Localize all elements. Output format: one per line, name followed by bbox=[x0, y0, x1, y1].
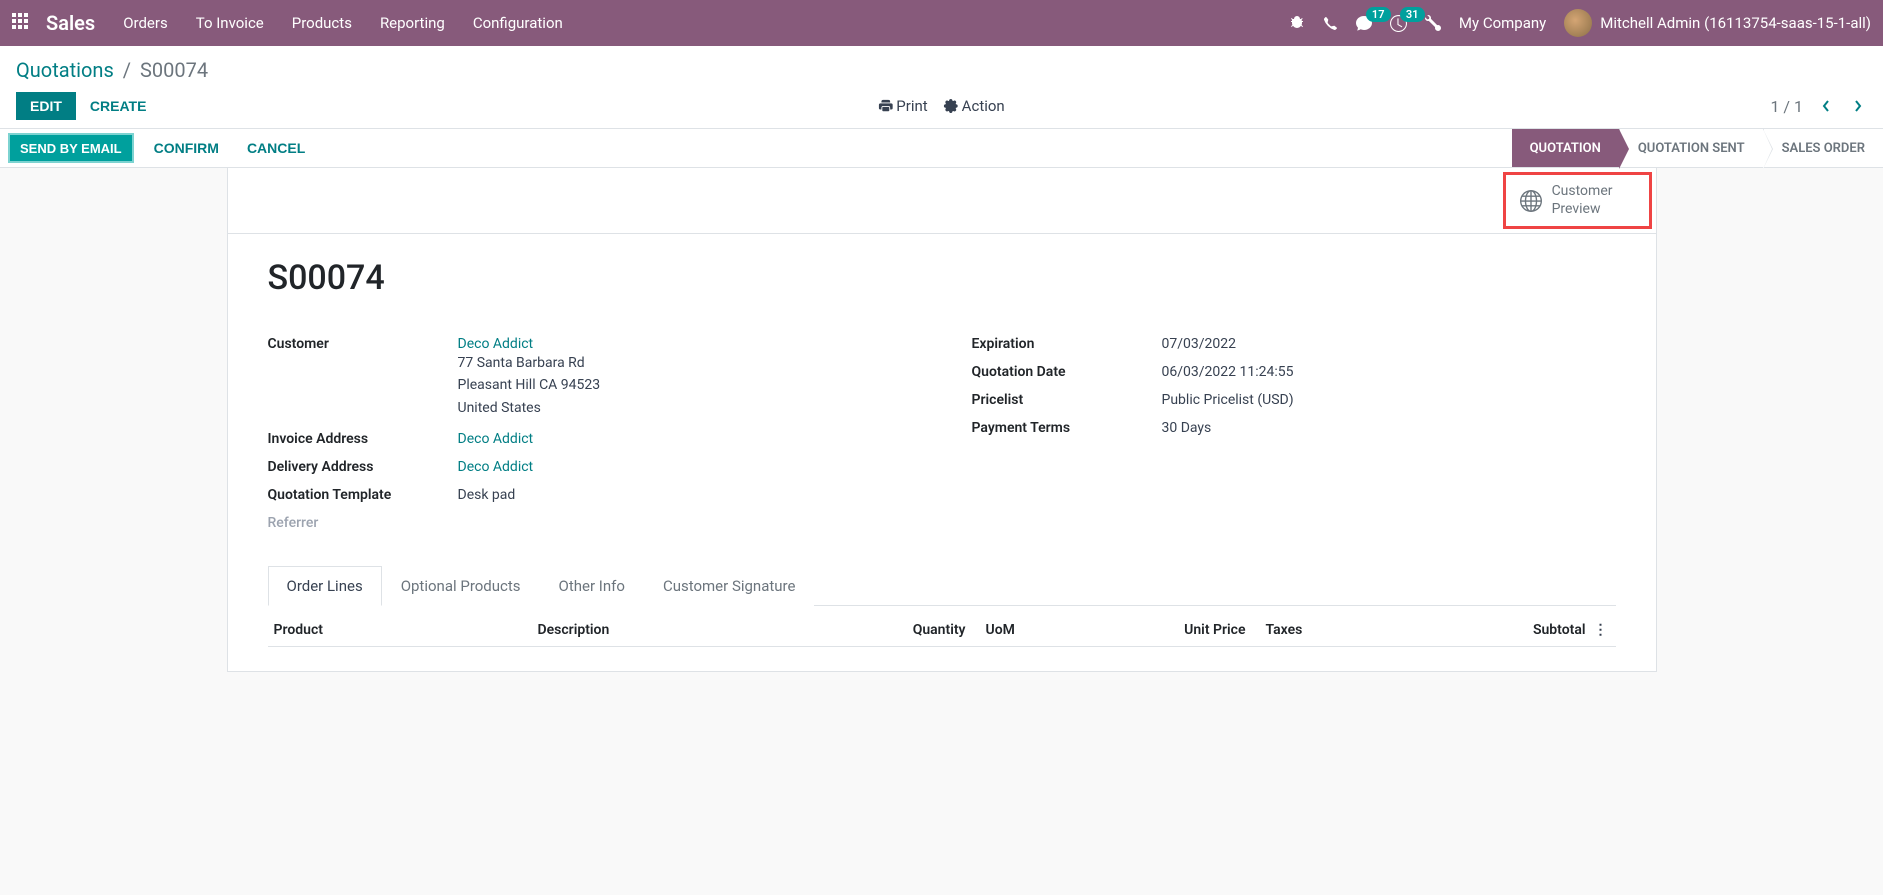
notebook-tabs: Order Lines Optional Products Other Info… bbox=[268, 565, 1616, 606]
invoice-address-link[interactable]: Deco Addict bbox=[458, 431, 534, 447]
customer-addr2: Pleasant Hill CA 94523 bbox=[458, 374, 601, 396]
main-menu: Orders To Invoice Products Reporting Con… bbox=[123, 14, 563, 32]
apps-icon[interactable] bbox=[12, 13, 32, 33]
delivery-address-link[interactable]: Deco Addict bbox=[458, 459, 534, 475]
tab-optional-products[interactable]: Optional Products bbox=[382, 566, 540, 606]
table-header: Product Description Quantity UoM Unit Pr… bbox=[268, 614, 1616, 647]
cancel-button[interactable]: CANCEL bbox=[233, 129, 319, 167]
tab-customer-signature[interactable]: Customer Signature bbox=[644, 566, 815, 606]
user-name: Mitchell Admin (16113754-saas-15-1-all) bbox=[1600, 14, 1871, 32]
menu-products[interactable]: Products bbox=[292, 14, 352, 32]
breadcrumb-sep: / bbox=[123, 58, 131, 82]
activity-badge: 31 bbox=[1400, 7, 1425, 22]
chat-badge: 17 bbox=[1366, 7, 1391, 22]
col-quantity: Quantity bbox=[846, 622, 966, 638]
record-title: S00074 bbox=[268, 258, 1616, 298]
right-column: Expiration 07/03/2022 Quotation Date 06/… bbox=[972, 330, 1616, 537]
app-brand[interactable]: Sales bbox=[46, 11, 95, 35]
breadcrumb-root[interactable]: Quotations bbox=[16, 58, 114, 82]
status-stages: QUOTATION QUOTATION SENT SALES ORDER bbox=[1512, 129, 1883, 167]
customer-addr1: 77 Santa Barbara Rd bbox=[458, 352, 601, 374]
order-lines-table: Product Description Quantity UoM Unit Pr… bbox=[268, 614, 1616, 647]
user-menu[interactable]: Mitchell Admin (16113754-saas-15-1-all) bbox=[1564, 9, 1871, 37]
menu-reporting[interactable]: Reporting bbox=[380, 14, 445, 32]
control-bar: Quotations / S00074 EDIT CREATE Print Ac… bbox=[0, 46, 1883, 128]
delivery-address-label: Delivery Address bbox=[268, 459, 458, 475]
avatar-icon bbox=[1564, 9, 1592, 37]
action-button[interactable]: Action bbox=[944, 97, 1005, 115]
activity-icon[interactable]: 31 bbox=[1390, 15, 1407, 32]
chevron-right-icon bbox=[1853, 99, 1863, 113]
company-selector[interactable]: My Company bbox=[1459, 14, 1546, 32]
tab-order-lines[interactable]: Order Lines bbox=[268, 566, 382, 606]
stat-line1: Customer bbox=[1552, 183, 1613, 201]
stage-quotation[interactable]: QUOTATION bbox=[1512, 129, 1619, 167]
status-bar: SEND BY EMAIL CONFIRM CANCEL QUOTATION Q… bbox=[0, 128, 1883, 168]
quotation-template-value: Desk pad bbox=[458, 487, 516, 503]
col-uom: UoM bbox=[966, 622, 1086, 638]
chevron-left-icon bbox=[1821, 99, 1831, 113]
print-icon bbox=[878, 99, 892, 113]
bug-icon[interactable] bbox=[1289, 15, 1305, 31]
customer-preview-button[interactable]: Customer Preview bbox=[1503, 172, 1652, 229]
gear-icon bbox=[944, 99, 958, 113]
breadcrumb: Quotations / S00074 bbox=[16, 58, 1867, 82]
confirm-button[interactable]: CONFIRM bbox=[140, 129, 233, 167]
pager-prev[interactable] bbox=[1817, 99, 1835, 113]
form-sheet: Customer Preview S00074 Customer Deco Ad… bbox=[227, 168, 1657, 672]
invoice-address-label: Invoice Address bbox=[268, 431, 458, 447]
expiration-value: 07/03/2022 bbox=[1162, 336, 1237, 352]
print-button[interactable]: Print bbox=[878, 97, 927, 115]
edit-button[interactable]: EDIT bbox=[16, 92, 76, 120]
referrer-label: Referrer bbox=[268, 515, 458, 531]
create-button[interactable]: CREATE bbox=[76, 92, 161, 120]
menu-configuration[interactable]: Configuration bbox=[473, 14, 563, 32]
stat-line2: Preview bbox=[1552, 201, 1613, 219]
col-product: Product bbox=[268, 622, 538, 638]
pricelist-label: Pricelist bbox=[972, 392, 1162, 408]
menu-orders[interactable]: Orders bbox=[123, 14, 168, 32]
payment-terms-label: Payment Terms bbox=[972, 420, 1162, 436]
globe-icon bbox=[1520, 190, 1542, 212]
phone-icon[interactable] bbox=[1323, 16, 1338, 31]
tab-other-info[interactable]: Other Info bbox=[540, 566, 644, 606]
quotation-date-label: Quotation Date bbox=[972, 364, 1162, 380]
payment-terms-value: 30 Days bbox=[1162, 420, 1212, 436]
pager-text: 1 / 1 bbox=[1770, 97, 1803, 116]
top-nav: Sales Orders To Invoice Products Reporti… bbox=[0, 0, 1883, 46]
kebab-icon[interactable]: ⋮ bbox=[1586, 622, 1616, 638]
button-box: Customer Preview bbox=[228, 168, 1656, 234]
menu-to-invoice[interactable]: To Invoice bbox=[196, 14, 264, 32]
left-column: Customer Deco Addict 77 Santa Barbara Rd… bbox=[268, 330, 912, 537]
pager-next[interactable] bbox=[1849, 99, 1867, 113]
col-description: Description bbox=[538, 622, 846, 638]
col-unit-price: Unit Price bbox=[1086, 622, 1246, 638]
quotation-template-label: Quotation Template bbox=[268, 487, 458, 503]
col-taxes: Taxes bbox=[1246, 622, 1426, 638]
customer-link[interactable]: Deco Addict bbox=[458, 336, 534, 352]
breadcrumb-current: S00074 bbox=[140, 58, 208, 82]
col-subtotal: Subtotal bbox=[1426, 622, 1586, 638]
chat-icon[interactable]: 17 bbox=[1356, 15, 1372, 31]
pricelist-value: Public Pricelist (USD) bbox=[1162, 392, 1294, 408]
expiration-label: Expiration bbox=[972, 336, 1162, 352]
stage-sales-order[interactable]: SALES ORDER bbox=[1763, 129, 1883, 167]
customer-label: Customer bbox=[268, 336, 458, 352]
send-by-email-button[interactable]: SEND BY EMAIL bbox=[8, 133, 134, 163]
stage-quotation-sent[interactable]: QUOTATION SENT bbox=[1619, 129, 1763, 167]
wrench-icon[interactable] bbox=[1425, 15, 1441, 31]
quotation-date-value: 06/03/2022 11:24:55 bbox=[1162, 364, 1294, 380]
customer-addr3: United States bbox=[458, 397, 601, 419]
